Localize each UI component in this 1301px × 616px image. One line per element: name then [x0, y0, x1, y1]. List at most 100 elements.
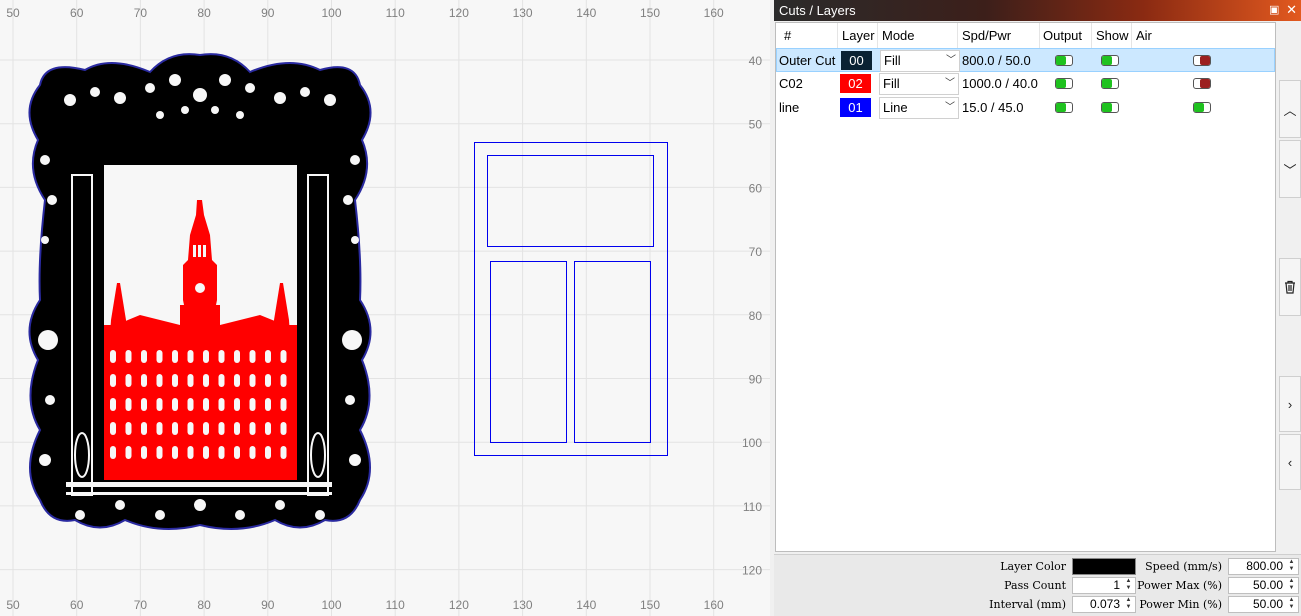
right-ruler-label: 100 [742, 436, 762, 450]
bottom-ruler-label: 80 [197, 598, 211, 612]
bottom-ruler-label: 50 [6, 598, 20, 612]
top-ruler-label: 50 [6, 6, 20, 20]
top-ruler-label: 130 [513, 6, 533, 20]
col-header-air[interactable]: Air [1136, 28, 1152, 43]
output-toggle[interactable] [1055, 78, 1073, 89]
bottom-ruler-label: 140 [576, 598, 596, 612]
top-ruler-label: 90 [261, 6, 275, 20]
chevron-left-icon: ‹ [1287, 454, 1293, 470]
col-header-mode[interactable]: Mode [882, 28, 915, 43]
speed-label: Speed (mm/s) [1145, 560, 1222, 573]
table-row[interactable]: line 01 Line ﹀ 15.0 / 45.0 [776, 96, 1275, 120]
window-outline-shape[interactable] [474, 142, 668, 456]
right-ruler-label: 50 [749, 118, 763, 132]
bottom-ruler-label: 70 [134, 598, 148, 612]
speed-spinbox[interactable]: 800.00 ▲ ▼ [1228, 558, 1299, 575]
chevron-down-icon: ﹀ [946, 55, 956, 66]
air-toggle[interactable] [1193, 55, 1211, 66]
power-max-spinbox[interactable]: 50.00 ▲ ▼ [1228, 577, 1299, 594]
right-ruler-label: 60 [749, 181, 763, 195]
top-ruler-label: 160 [704, 6, 724, 20]
power-min-label: Power Min (%) [1139, 598, 1222, 611]
top-ruler-label: 60 [70, 6, 84, 20]
bottom-ruler-label: 110 [386, 598, 405, 612]
chevron-down-icon: ﹀ [945, 78, 955, 89]
layer-color-swatch[interactable]: 01 [840, 98, 871, 117]
bottom-ruler-label: 120 [449, 598, 469, 612]
table-row[interactable]: C02 02 Fill ﹀ 1000.0 / 40.0 [776, 72, 1275, 96]
chevron-right-icon: › [1287, 396, 1293, 412]
show-toggle[interactable] [1101, 55, 1119, 66]
pass-count-spinbox[interactable]: 1 ▲ ▼ [1072, 577, 1136, 594]
power-max-label: Power Max (%) [1137, 579, 1222, 592]
col-header-layer[interactable]: Layer [842, 28, 875, 43]
interval-label: Interval (mm) [989, 598, 1066, 611]
move-layer-down-button[interactable]: ﹀ [1279, 140, 1301, 198]
layer-color-swatch[interactable]: 00 [841, 51, 872, 70]
panel-titlebar: Cuts / Layers ▣ ✕ [774, 0, 1301, 21]
mode-dropdown[interactable]: Fill ﹀ [879, 73, 959, 95]
top-ruler-label: 120 [449, 6, 469, 20]
trash-icon [1285, 280, 1295, 294]
chevron-down-icon: ﹀ [1283, 162, 1297, 178]
spd-pwr-value[interactable]: 800.0 / 50.0 [962, 53, 1031, 68]
delete-layer-button[interactable] [1279, 258, 1301, 316]
mode-dropdown[interactable]: Fill ﹀ [880, 50, 960, 72]
bottom-ruler-label: 150 [640, 598, 660, 612]
bottom-ruler-label: 130 [513, 598, 533, 612]
col-header-number[interactable]: # [784, 28, 791, 43]
output-toggle[interactable] [1055, 55, 1073, 66]
air-toggle[interactable] [1193, 102, 1211, 113]
air-toggle[interactable] [1193, 78, 1211, 89]
spd-pwr-value[interactable]: 1000.0 / 40.0 [962, 76, 1038, 91]
table-row[interactable]: Outer Cut 00 Fill ﹀ 800.0 / 50.0 [776, 48, 1275, 72]
pass-count-label: Pass Count [1004, 579, 1066, 592]
right-ruler-label: 110 [743, 500, 762, 514]
top-ruler-label: 110 [386, 6, 405, 20]
top-ruler-label: 100 [321, 6, 341, 20]
chevron-up-icon: ︿ [1283, 102, 1297, 118]
show-toggle[interactable] [1101, 102, 1119, 113]
top-ruler-label: 140 [576, 6, 596, 20]
top-ruler-label: 70 [134, 6, 148, 20]
layer-settings: Layer Color Pass Count 1 ▲ ▼ Interval (mm)… [774, 554, 1301, 616]
top-ruler-label: 80 [197, 6, 211, 20]
table-header: # Layer Mode Spd/Pwr Output Show Air [776, 23, 1275, 48]
bottom-ruler-label: 160 [704, 598, 724, 612]
chevron-down-icon: ﹀ [945, 102, 955, 113]
top-ruler-label: 150 [640, 6, 660, 20]
spd-pwr-value[interactable]: 15.0 / 45.0 [962, 100, 1023, 115]
col-header-output[interactable]: Output [1043, 28, 1082, 43]
bottom-ruler-label: 60 [70, 598, 84, 612]
close-icon[interactable]: ✕ [1286, 2, 1297, 18]
right-ruler-label: 70 [749, 245, 763, 259]
col-header-spd-pwr[interactable]: Spd/Pwr [962, 28, 1011, 43]
move-layer-up-button[interactable]: ︿ [1279, 80, 1301, 138]
col-header-show[interactable]: Show [1096, 28, 1129, 43]
row-name: line [779, 100, 800, 115]
cuts-layers-panel: Cuts / Layers ▣ ✕ # Layer Mode Spd/Pwr O… [770, 0, 1301, 616]
row-name: C02 [779, 76, 803, 91]
bottom-ruler-label: 90 [261, 598, 275, 612]
layer-color-picker[interactable] [1072, 558, 1136, 575]
layer-color-swatch[interactable]: 02 [840, 74, 871, 93]
right-ruler-label: 90 [749, 373, 763, 387]
right-ruler-label: 120 [742, 564, 762, 578]
expand-right-button[interactable]: › [1279, 376, 1301, 432]
canvas-drawing[interactable]: 50 60 70 80 90 100 110 120 130 140 150 160 50 60 70 80 9… [0, 0, 770, 616]
layers-table: # Layer Mode Spd/Pwr Output Show Air Out… [775, 22, 1276, 552]
show-toggle[interactable] [1101, 78, 1119, 89]
right-ruler-label: 80 [749, 309, 763, 323]
collapse-left-button[interactable]: ‹ [1279, 434, 1301, 490]
workspace-canvas[interactable]: 50 60 70 80 90 100 110 120 130 140 150 160 50 60 70 80 9… [0, 0, 770, 616]
power-min-spinbox[interactable]: 50.00 ▲ ▼ [1228, 596, 1299, 613]
layer-color-label: Layer Color [1000, 560, 1066, 573]
output-toggle[interactable] [1055, 102, 1073, 113]
right-ruler-label: 40 [749, 54, 763, 68]
bottom-ruler-label: 100 [321, 598, 341, 612]
row-name: Outer Cut [779, 53, 836, 68]
panel-title: Cuts / Layers [779, 3, 856, 18]
restore-icon[interactable]: ▣ [1269, 3, 1281, 16]
interval-spinbox[interactable]: 0.073 ▲ ▼ [1072, 596, 1136, 613]
mode-dropdown[interactable]: Line ﹀ [879, 97, 959, 119]
